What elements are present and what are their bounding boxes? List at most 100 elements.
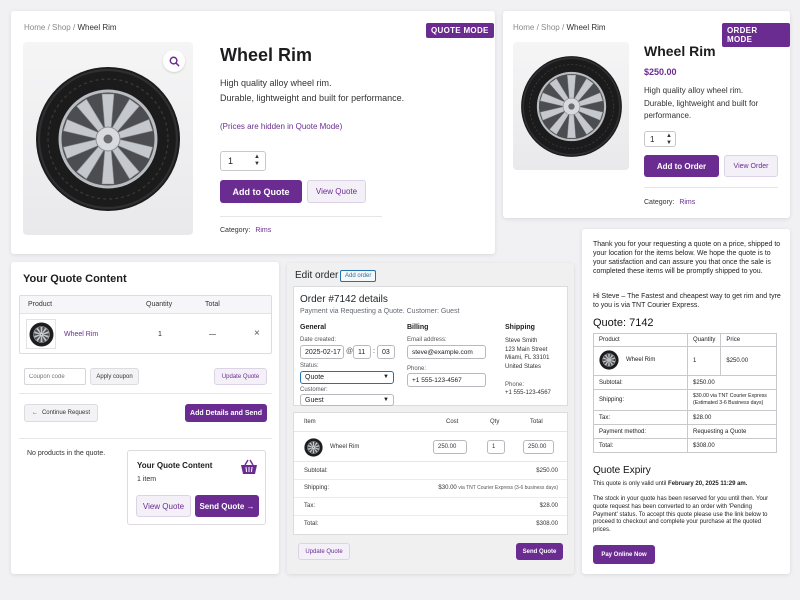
email-greeting: Hi Steve – The Fastest and cheapest way … (593, 293, 781, 309)
tax-value: $28.00 (687, 410, 777, 425)
shipping-city: Miami, FL 33101 (505, 355, 550, 361)
wheel-rim-thumbnail (28, 321, 54, 347)
item-total-input[interactable]: 250.00 (523, 440, 554, 454)
product-thumbnail (26, 319, 56, 349)
shipping-street: 123 Main Street (505, 346, 548, 353)
decrement-icon[interactable]: ▼ (666, 140, 672, 147)
quantity-stepper[interactable]: 1 ▲ ▼ (644, 131, 676, 147)
breadcrumb-home[interactable]: Home (24, 23, 45, 32)
phone-field[interactable]: +1 555-123-4567 (407, 373, 486, 387)
tax-row: Tax: $28.00 (294, 498, 567, 516)
quote-number-title: Quote: 7142 (593, 317, 654, 329)
subtotal-value: $250.00 (687, 375, 777, 390)
total-value: $308.00 (687, 438, 777, 453)
divider (220, 216, 382, 217)
view-order-button[interactable]: View Order (724, 155, 778, 177)
product-description-line2: Durable, lightweight and built for (644, 99, 759, 108)
quote-content-title: Your Quote Content (23, 273, 127, 285)
product-link[interactable]: Wheel Rim (64, 331, 98, 338)
table-row: Wheel Rim 1 $250.00 (593, 346, 777, 376)
column-header-price: Price (720, 333, 777, 347)
category-label: Category: (644, 199, 675, 206)
quantity-stepper[interactable]: 1 ▲ ▼ (220, 151, 266, 171)
wheel-rim-thumbnail (599, 350, 619, 370)
shipping-address: Steve Smith 123 Main Street Miami, FL 33… (505, 337, 549, 371)
add-order-button[interactable]: Add order (340, 270, 377, 282)
tax-value: $28.00 (539, 503, 558, 509)
shipping-label: Shipping: (593, 389, 688, 411)
subtotal-label: Subtotal: (593, 375, 688, 390)
shipping-heading: Shipping (505, 324, 535, 331)
payment-line: Payment via Requesting a Quote. Customer… (300, 308, 460, 315)
total-row: Total: $308.00 (294, 516, 567, 534)
item-price: $250.00 (720, 346, 777, 376)
item-cost-input[interactable]: 250.00 (433, 440, 467, 454)
apply-coupon-button[interactable]: Apply coupon (90, 368, 139, 385)
wheel-rim-image (519, 54, 623, 158)
stock-note: The stock in your quote has been reserve… (593, 496, 769, 534)
category-link[interactable]: Rims (255, 227, 271, 234)
billing-heading: Billing (407, 324, 429, 331)
general-heading: General (300, 324, 327, 331)
update-quote-button[interactable]: Update Quote (214, 368, 267, 385)
wheel-rim-image (34, 65, 182, 212)
total-label: Total: (593, 438, 688, 453)
coupon-code-input[interactable] (24, 368, 86, 385)
minute-input[interactable]: 03 (377, 345, 395, 359)
zoom-button[interactable] (163, 50, 185, 72)
item-qty-input[interactable]: 1 (487, 440, 505, 454)
chevron-down-icon: ▼ (383, 374, 389, 380)
column-header-cost: Cost (446, 419, 459, 425)
increment-icon[interactable]: ▲ (254, 154, 260, 161)
email-intro: Thank you for your requesting a quote on… (593, 241, 781, 275)
email-field[interactable]: steve@example.com (407, 345, 486, 359)
add-details-and-send-button[interactable]: Add Details and Send (185, 404, 267, 422)
tax-label: Tax: (304, 503, 316, 509)
total-value: $308.00 (536, 521, 558, 527)
quote-mode-product-card: Home / Shop / Wheel Rim QUOTE MODE Wheel… (11, 11, 495, 254)
column-header-total: Total (530, 419, 543, 425)
date-created-input[interactable]: 2025-02-17 (300, 345, 344, 359)
pay-online-now-button[interactable]: Pay Online Now (593, 545, 655, 564)
product-description-line1: High quality alloy wheel rim. (644, 86, 744, 95)
total-label: Total: (304, 521, 319, 527)
mini-send-quote-button[interactable]: Send Quote → (195, 495, 259, 517)
divider (19, 393, 272, 394)
quote-content-card: Your Quote Content Product Quantity Tota… (11, 262, 279, 574)
category-row: Category: Rims (220, 227, 271, 234)
breadcrumb: Home / Shop / Wheel Rim (24, 23, 117, 32)
price-hidden-note: (Prices are hidden in Quote Mode) (220, 122, 343, 131)
breadcrumb-shop[interactable]: Shop (52, 23, 71, 32)
send-quote-button[interactable]: Send Quote (516, 543, 563, 560)
increment-icon[interactable]: ▲ (666, 133, 672, 140)
column-header-item: Item (304, 419, 316, 425)
email-label: Email address: (407, 337, 447, 343)
quote-email-table: Product Quantity Price Wheel Rim 1 $250.… (593, 333, 777, 453)
customer-select[interactable]: Guest ▼ (300, 394, 394, 406)
divider (644, 187, 778, 188)
continue-request-button[interactable]: ← Continue Request (24, 404, 98, 422)
mini-quote-widget: Your Quote Content 1 item View Quote Sen… (127, 450, 266, 525)
item-name: Wheel Rim (626, 357, 656, 363)
customer-label: Customer: (300, 387, 328, 393)
view-quote-button[interactable]: View Quote (307, 180, 366, 203)
table-row: Wheel Rim 1 — × (20, 315, 271, 354)
product-title: Wheel Rim (644, 43, 716, 59)
breadcrumb-home[interactable]: Home (513, 23, 534, 32)
product-title: Wheel Rim (220, 45, 313, 65)
chevron-down-icon: ▼ (383, 397, 389, 403)
breadcrumb-shop[interactable]: Shop (541, 23, 560, 32)
add-to-order-button[interactable]: Add to Order (644, 155, 719, 177)
wheel-rim-thumbnail (304, 438, 323, 457)
decrement-icon[interactable]: ▼ (254, 161, 260, 168)
remove-item-icon[interactable]: × (254, 328, 260, 339)
mini-view-quote-button[interactable]: View Quote (136, 495, 191, 517)
status-select[interactable]: Quote ▼ (300, 371, 394, 384)
update-quote-button[interactable]: Update Quote (298, 543, 350, 560)
payment-method-value: Requesting a Quote (687, 424, 777, 439)
add-to-quote-button[interactable]: Add to Quote (220, 180, 302, 203)
category-link[interactable]: Rims (679, 199, 695, 206)
search-icon (169, 56, 180, 67)
mini-quote-title: Your Quote Content (137, 461, 213, 470)
hour-input[interactable]: 11 (353, 345, 371, 359)
